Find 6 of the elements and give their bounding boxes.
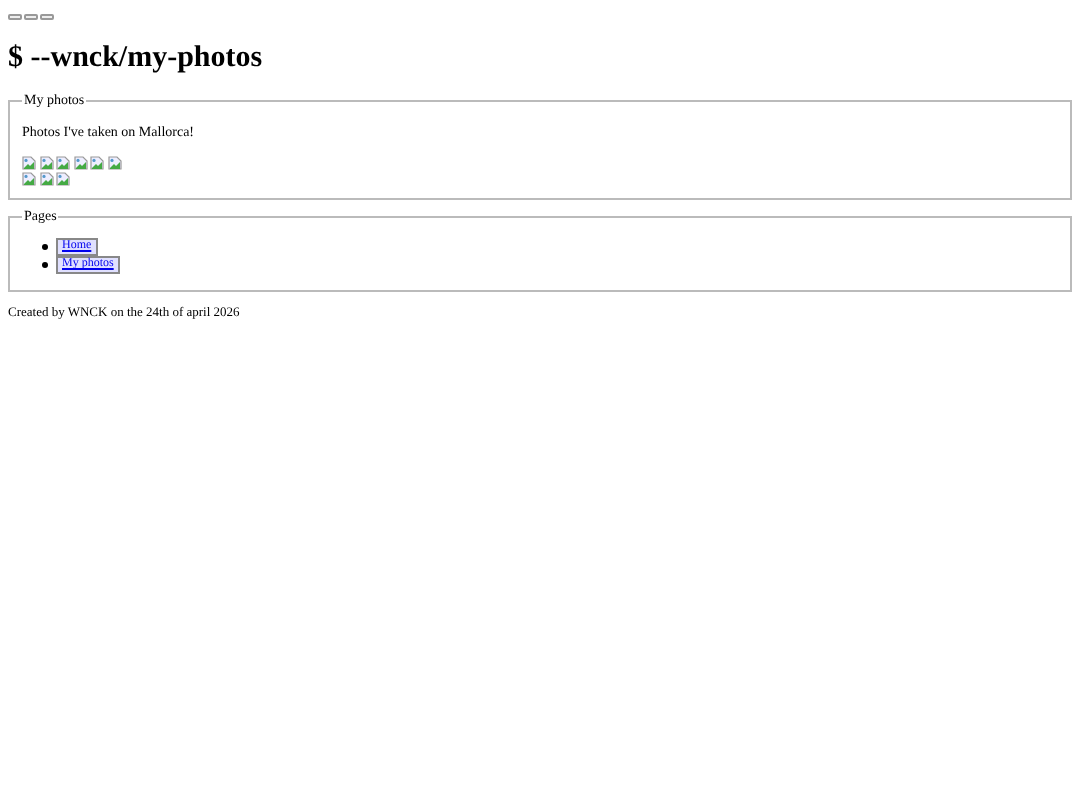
- bullet-icon: [42, 262, 48, 268]
- broken-image-icon: [90, 156, 104, 170]
- page-title: $ --wnck/my-photos: [8, 40, 265, 76]
- broken-image-icon: [73, 156, 87, 170]
- bullet-icon: [42, 244, 48, 250]
- broken-image-icon: [107, 156, 121, 170]
